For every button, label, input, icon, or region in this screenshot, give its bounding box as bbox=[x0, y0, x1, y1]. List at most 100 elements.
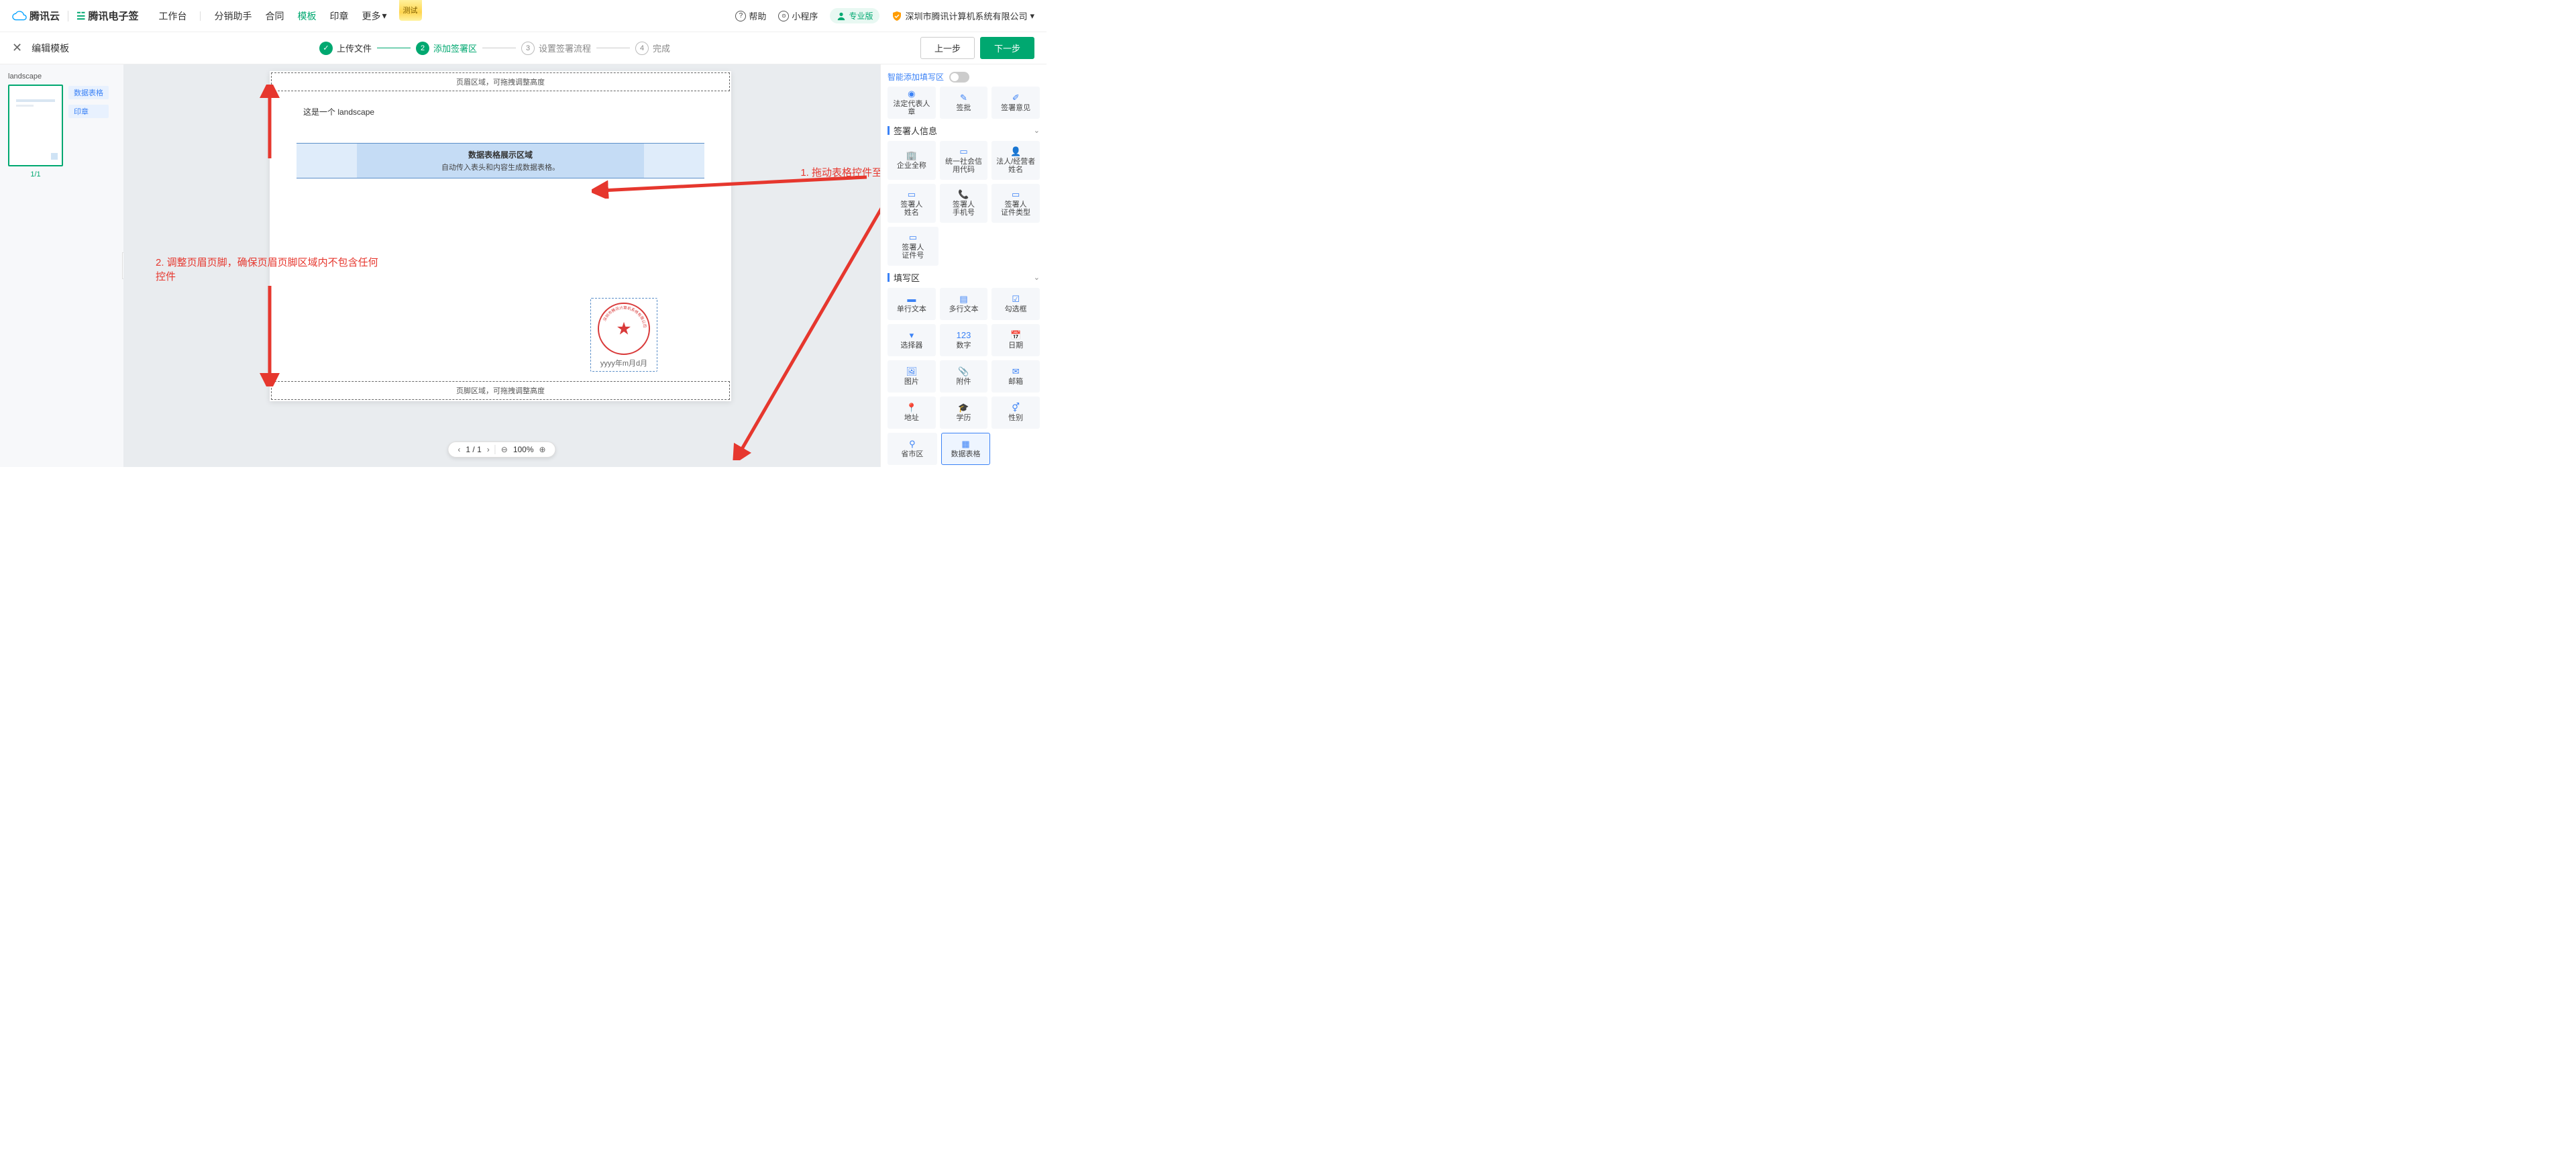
nav-template[interactable]: 模板 bbox=[297, 9, 316, 23]
zoom-in-icon[interactable]: ⊕ bbox=[538, 445, 547, 454]
mail-icon: ✉ bbox=[1012, 367, 1020, 376]
page-indicator: 1 / 1 bbox=[466, 445, 481, 454]
star-icon: ★ bbox=[616, 319, 631, 339]
calendar-icon: 📅 bbox=[1010, 331, 1021, 340]
close-icon[interactable]: ✕ bbox=[12, 41, 22, 55]
step-done-icon: ✓ bbox=[319, 42, 333, 55]
widget-signer-idno[interactable]: ▭签署人证件号 bbox=[888, 227, 938, 266]
widget-attachment[interactable]: 📎附件 bbox=[940, 360, 988, 393]
arrow-down bbox=[256, 279, 283, 386]
nav-workspace[interactable]: 工作台 bbox=[158, 9, 186, 23]
widget-legal-seal[interactable]: ◉法定代表人章 bbox=[888, 87, 936, 119]
widget-number[interactable]: 123数字 bbox=[940, 324, 988, 356]
chevron-down-icon: ⌄ bbox=[1034, 126, 1040, 135]
widget-data-table[interactable]: ▦数据表格 bbox=[941, 433, 991, 465]
miniapp-link[interactable]: ⊙ 小程序 bbox=[778, 9, 818, 22]
widget-selector[interactable]: ▾选择器 bbox=[888, 324, 936, 356]
canvas: 页眉区域，可拖拽调整高度 这是一个 landscape 数据表格展示区域 自动传… bbox=[123, 64, 880, 467]
step-upload: ✓ 上传文件 bbox=[319, 42, 372, 55]
thumb-tag-table[interactable]: 数据表格 bbox=[68, 86, 109, 99]
id-icon: ▭ bbox=[959, 147, 967, 156]
widget-gender[interactable]: ⚥性别 bbox=[991, 397, 1040, 429]
widget-checkbox[interactable]: ☑勾选框 bbox=[991, 288, 1040, 320]
nav-seal[interactable]: 印章 bbox=[329, 9, 348, 23]
widget-text-single[interactable]: ▬单行文本 bbox=[888, 288, 936, 320]
next-button[interactable]: 下一步 bbox=[980, 37, 1034, 59]
idcard-icon: ▭ bbox=[1012, 190, 1020, 199]
widget-date[interactable]: 📅日期 bbox=[991, 324, 1040, 356]
widget-address[interactable]: 📍地址 bbox=[888, 397, 936, 429]
top-nav: 腾讯云 ☱ 腾讯电子签 工作台 分销助手 合同 模板 印章 更多 ▾ 测试 ? … bbox=[0, 0, 1046, 32]
page-next-icon[interactable]: › bbox=[486, 445, 491, 454]
chevron-down-icon: ⌄ bbox=[1034, 273, 1040, 282]
seal-icon: ◉ bbox=[908, 89, 915, 99]
nav-contract[interactable]: 合同 bbox=[265, 9, 284, 23]
nav-sep bbox=[200, 11, 201, 21]
widget-legal-name[interactable]: 👤法人/经营者姓名 bbox=[991, 141, 1040, 180]
checkbox-icon: ☑ bbox=[1012, 295, 1020, 304]
number-icon: 123 bbox=[957, 331, 971, 340]
miniapp-icon: ⊙ bbox=[778, 11, 789, 21]
person-icon: 👤 bbox=[1010, 147, 1021, 156]
help-link[interactable]: ? 帮助 bbox=[735, 9, 766, 22]
page-title: 编辑模板 bbox=[32, 42, 69, 55]
table-icon: ▦ bbox=[961, 439, 969, 449]
chevron-down-icon: ▾ bbox=[382, 10, 386, 21]
page-thumbnail[interactable] bbox=[8, 85, 63, 166]
widget-signer-phone[interactable]: 📞签署人手机号 bbox=[940, 184, 988, 223]
widget-image[interactable]: 🖼图片 bbox=[888, 360, 936, 393]
nav-right: ? 帮助 ⊙ 小程序 专业版 深圳市腾讯计算机系统有限公司 ▾ bbox=[735, 8, 1034, 23]
smart-add-toggle[interactable] bbox=[949, 72, 969, 83]
widget-education[interactable]: 🎓学历 bbox=[940, 397, 988, 429]
text-icon: ▬ bbox=[907, 295, 916, 304]
tencent-cloud-logo[interactable]: 腾讯云 bbox=[12, 9, 60, 23]
section-signer-info[interactable]: 签署人信息⌄ bbox=[888, 124, 1040, 137]
building-icon: 🏢 bbox=[906, 151, 917, 160]
widget-signer-idtype[interactable]: ▭签署人证件类型 bbox=[991, 184, 1040, 223]
subheader-actions: 上一步 下一步 bbox=[920, 37, 1034, 59]
nav-distribution[interactable]: 分销助手 bbox=[214, 9, 252, 23]
widget-region[interactable]: ⚲省市区 bbox=[888, 433, 937, 465]
widget-signer-name[interactable]: ▭签署人姓名 bbox=[888, 184, 936, 223]
test-badge: 测试 bbox=[399, 0, 422, 21]
gender-icon: ⚥ bbox=[1012, 403, 1020, 413]
multitext-icon: ▤ bbox=[959, 295, 967, 304]
seal-placeholder[interactable]: 深圳市腾讯计算机系统有限公司 ★ yyyy年m月d月 bbox=[590, 298, 657, 372]
section-fill-area[interactable]: 填写区⌄ bbox=[888, 271, 1040, 284]
widget-uscc[interactable]: ▭统一社会信用代码 bbox=[940, 141, 988, 180]
zoom-out-icon[interactable]: ⊖ bbox=[500, 445, 509, 454]
thumb-tag-seal[interactable]: 印章 bbox=[68, 105, 109, 118]
pager: ‹ 1 / 1 › ⊖ 100% ⊕ bbox=[447, 441, 555, 458]
pro-badge[interactable]: 专业版 bbox=[830, 8, 879, 23]
nav-more[interactable]: 更多 ▾ bbox=[362, 9, 386, 23]
main: landscape 1/1 数据表格 印章 « 页眉区域，可拖拽调整高度 这是一… bbox=[0, 64, 1046, 467]
step-done: 4 完成 bbox=[635, 42, 670, 55]
thumb-page-indicator: 1/1 bbox=[8, 170, 63, 178]
arrow-up bbox=[256, 85, 283, 165]
document-page[interactable]: 页眉区域，可拖拽调整高度 这是一个 landscape 数据表格展示区域 自动传… bbox=[270, 71, 731, 401]
nav-links: 工作台 分销助手 合同 模板 印章 更多 ▾ bbox=[158, 9, 386, 23]
edu-icon: 🎓 bbox=[958, 403, 969, 413]
widget-text-multi[interactable]: ▤多行文本 bbox=[940, 288, 988, 320]
prev-button[interactable]: 上一步 bbox=[920, 37, 975, 59]
header-zone[interactable]: 页眉区域，可拖拽调整高度 bbox=[271, 72, 730, 91]
page-prev-icon[interactable]: ‹ bbox=[456, 445, 462, 454]
zoom-level: 100% bbox=[513, 445, 534, 454]
footer-zone[interactable]: 页脚区域，可拖拽调整高度 bbox=[271, 381, 730, 400]
widget-panel: 智能添加填写区 ◉法定代表人章 ✎签批 ✐签署意见 签署人信息⌄ 🏢企业全称 ▭… bbox=[880, 64, 1046, 467]
step-flow: 3 设置签署流程 bbox=[521, 42, 591, 55]
widget-company-name[interactable]: 🏢企业全称 bbox=[888, 141, 936, 180]
widget-approve[interactable]: ✎签批 bbox=[940, 87, 988, 119]
user-icon bbox=[837, 11, 846, 21]
widget-opinion[interactable]: ✐签署意见 bbox=[991, 87, 1040, 119]
approve-icon: ✎ bbox=[960, 93, 967, 103]
seal-circle: 深圳市腾讯计算机系统有限公司 ★ bbox=[598, 303, 650, 355]
ess-icon: ☱ bbox=[76, 10, 85, 22]
widget-email[interactable]: ✉邮箱 bbox=[991, 360, 1040, 393]
org-selector[interactable]: 深圳市腾讯计算机系统有限公司 ▾ bbox=[892, 9, 1034, 22]
stepper: ✓ 上传文件 2 添加签署区 3 设置签署流程 4 完成 bbox=[319, 42, 670, 55]
ess-logo[interactable]: ☱ 腾讯电子签 bbox=[76, 9, 138, 23]
shield-icon bbox=[892, 11, 902, 21]
image-icon: 🖼 bbox=[906, 367, 918, 376]
step-sign-area: 2 添加签署区 bbox=[416, 42, 477, 55]
